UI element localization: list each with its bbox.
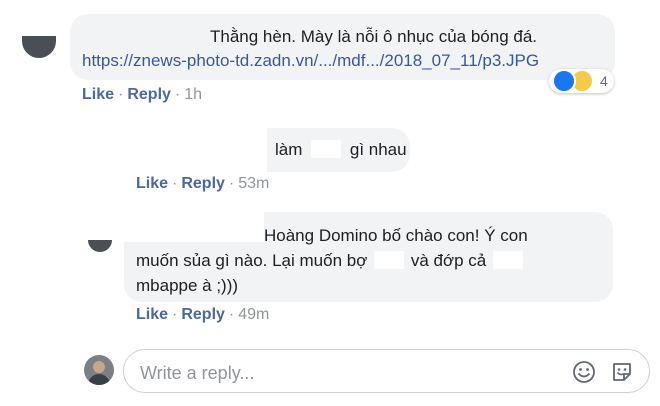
like-link[interactable]: Like bbox=[136, 306, 168, 323]
redacted-name bbox=[127, 128, 267, 172]
comment-link[interactable]: https://znews-photo-td.zadn.vn/.../mdf..… bbox=[82, 50, 615, 72]
comment-text-line: muốn sủa gì nào. Lại muốn bợ và đớp cả bbox=[136, 250, 613, 272]
redacted-block bbox=[492, 251, 523, 269]
commenter-avatar[interactable] bbox=[88, 240, 112, 252]
avatar-face bbox=[93, 361, 105, 373]
comment-text-part: làm bbox=[275, 140, 303, 159]
comment-actions: Like · Reply · 1h bbox=[82, 86, 202, 104]
sticker-icon[interactable] bbox=[609, 359, 635, 385]
redacted-block bbox=[374, 251, 405, 269]
separator: · bbox=[172, 306, 178, 323]
reply-link[interactable]: Reply bbox=[127, 86, 171, 103]
timestamp[interactable]: 1h bbox=[184, 86, 202, 103]
comment-actions: Like · Reply · 53m bbox=[136, 175, 269, 193]
timestamp[interactable]: 49m bbox=[238, 306, 269, 323]
comment-text-part: gì nhau bbox=[349, 140, 407, 159]
like-reaction-icon bbox=[552, 69, 576, 93]
commenter-avatar[interactable] bbox=[22, 36, 56, 58]
reaction-count: 4 bbox=[600, 73, 608, 89]
timestamp[interactable]: 53m bbox=[238, 175, 269, 192]
avatar-body bbox=[88, 374, 110, 385]
comment-text-part: muốn sủa gì nào. Lại muốn bợ bbox=[136, 251, 368, 270]
comment-bubble: Thằng hèn. Mày là nỗi ô nhục của bóng đá… bbox=[70, 14, 615, 80]
reaction-summary[interactable]: 4 bbox=[549, 69, 614, 93]
reply-input[interactable] bbox=[138, 361, 562, 385]
reply-link[interactable]: Reply bbox=[181, 175, 225, 192]
comment-actions: Like · Reply · 49m bbox=[136, 306, 269, 324]
separator: · bbox=[228, 175, 235, 192]
comment-text: Hoàng Domino bố chào con! Ý con bbox=[264, 226, 528, 245]
user-avatar[interactable] bbox=[84, 355, 114, 385]
reply-composer[interactable] bbox=[123, 349, 650, 393]
reply-link[interactable]: Reply bbox=[181, 306, 225, 323]
comment-text: mbappe à ;))) bbox=[136, 276, 239, 295]
redacted-block bbox=[311, 140, 342, 158]
like-link[interactable]: Like bbox=[82, 86, 114, 103]
like-link[interactable]: Like bbox=[136, 175, 168, 192]
separator: · bbox=[228, 306, 235, 323]
separator: · bbox=[174, 86, 181, 103]
separator: · bbox=[118, 86, 124, 103]
comment-text-part: và đớp cả bbox=[410, 251, 487, 270]
smiley-icon[interactable] bbox=[571, 359, 597, 385]
redacted-name bbox=[124, 212, 264, 242]
comment-text: Thằng hèn. Mày là nỗi ô nhục của bóng đá… bbox=[210, 27, 538, 46]
separator: · bbox=[172, 175, 178, 192]
